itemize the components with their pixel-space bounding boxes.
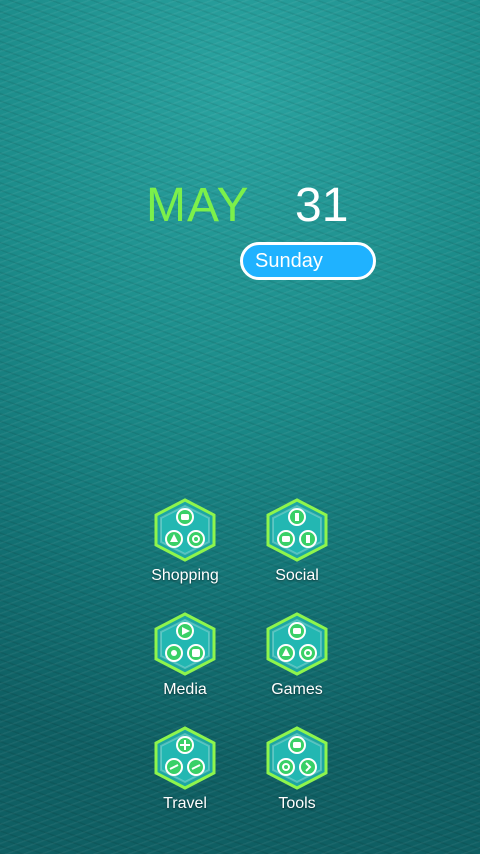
media-folder-icon [150, 609, 220, 679]
folder-shopping[interactable]: Shopping [142, 495, 228, 595]
weekday-pill[interactable]: Sunday [240, 242, 376, 280]
folder-label: Social [275, 567, 319, 584]
date-day: 31 [295, 179, 349, 232]
folder-tools[interactable]: Tools [254, 723, 340, 823]
folder-social[interactable]: Social [254, 495, 340, 595]
folder-label: Media [163, 681, 207, 698]
travel-folder-icon [150, 723, 220, 793]
games-folder-icon [262, 609, 332, 679]
tools-folder-icon [262, 723, 332, 793]
folder-label: Games [271, 681, 323, 698]
shopping-folder-icon [150, 495, 220, 565]
folder-grid: Shopping Social Media Games Travel Tools [142, 495, 352, 825]
social-folder-icon [262, 495, 332, 565]
date-month: MAY [146, 179, 250, 232]
folder-media[interactable]: Media [142, 609, 228, 709]
folder-label: Travel [163, 795, 207, 812]
folder-games[interactable]: Games [254, 609, 340, 709]
folder-label: Tools [278, 795, 316, 812]
folder-label: Shopping [151, 567, 219, 584]
folder-travel[interactable]: Travel [142, 723, 228, 823]
